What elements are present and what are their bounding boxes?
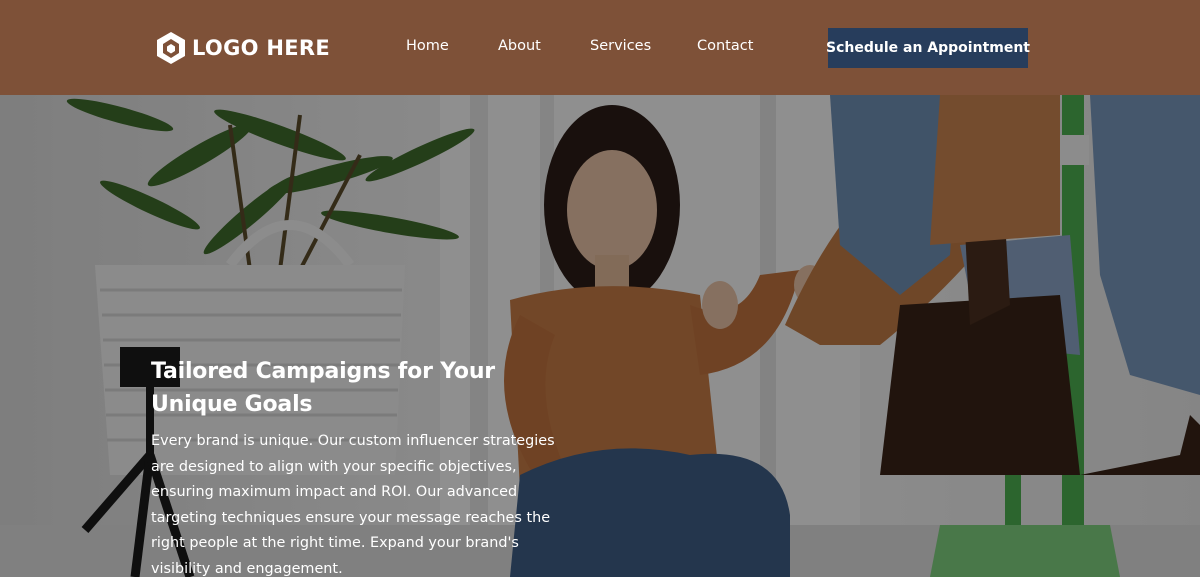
- hero-section: Tailored Campaigns for Your Unique Goals…: [0, 95, 1200, 577]
- hero-description: Every brand is unique. Our custom influe…: [151, 433, 555, 577]
- hexagon-logo-icon: [157, 32, 185, 64]
- hero-title-line2: Unique Goals: [151, 392, 313, 417]
- schedule-appointment-button[interactable]: Schedule an Appointment: [826, 28, 1030, 68]
- hero-title-line1: Tailored Campaigns for Your: [151, 359, 495, 384]
- nav-contact[interactable]: Contact: [697, 38, 753, 54]
- logo-text: LOGO HERE: [192, 36, 331, 60]
- nav-about[interactable]: About: [498, 38, 541, 54]
- hero-content: Tailored Campaigns for Your Unique Goals…: [151, 355, 561, 577]
- logo[interactable]: LOGO HERE: [154, 30, 330, 66]
- hero-title: Tailored Campaigns for Your Unique Goals: [151, 355, 561, 421]
- site-header: LOGO HERE Home About Services Contact Sc…: [0, 0, 1200, 95]
- nav-home[interactable]: Home: [406, 38, 449, 54]
- nav-services[interactable]: Services: [590, 38, 651, 54]
